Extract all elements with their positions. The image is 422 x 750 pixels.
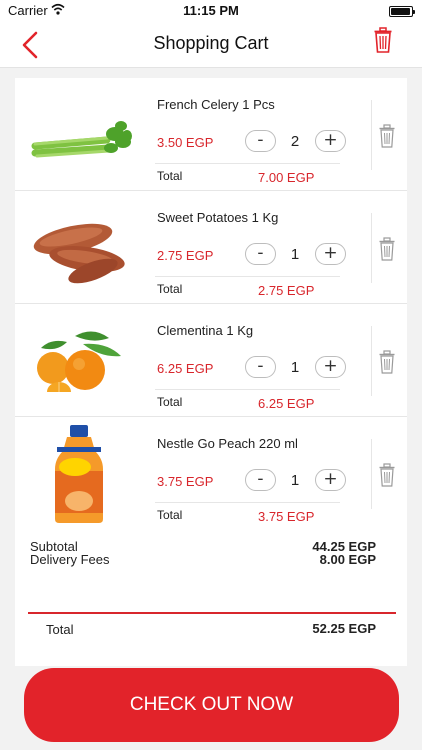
checkout-button[interactable]: CHECK OUT NOW [24, 668, 399, 742]
nav-bar: Shopping Cart [0, 22, 422, 68]
item-total: 2.75 EGP [258, 283, 315, 298]
page-title: Shopping Cart [153, 33, 269, 53]
unit-price: 3.50 EGP [157, 135, 214, 150]
quantity-value: 1 [290, 246, 300, 263]
total-label: Total [157, 169, 183, 183]
quantity-value: 1 [290, 359, 300, 376]
delivery-fees-label: Delivery Fees [30, 552, 110, 567]
total-label: Total [157, 508, 183, 522]
divider [155, 389, 340, 390]
clock: 11:15 PM [183, 3, 239, 18]
decrease-quantity-button[interactable]: - [245, 469, 276, 491]
juice-bottle-image [55, 425, 103, 523]
divider [155, 502, 340, 503]
increase-quantity-button[interactable]: + [315, 356, 346, 378]
grand-total-label: Total [46, 622, 74, 637]
divider [371, 213, 372, 283]
quantity-value: 2 [290, 133, 300, 150]
decrease-quantity-button[interactable]: - [245, 356, 276, 378]
trash-icon[interactable] [379, 463, 395, 487]
trash-icon[interactable] [379, 237, 395, 261]
product-name: Sweet Potatoes 1 Kg [157, 210, 279, 225]
status-bar: Carrier 11:15 PM [0, 0, 422, 22]
increase-quantity-button[interactable]: + [315, 469, 346, 491]
sweet-potatoes-image [33, 223, 125, 284]
unit-price: 6.25 EGP [157, 361, 214, 376]
divider [155, 276, 340, 277]
cart-item: Sweet Potatoes 1 Kg 2.75 EGP - 1 + Total… [15, 191, 407, 304]
trash-icon[interactable] [379, 350, 395, 374]
delivery-fees-value: 8.00 EGP [319, 552, 376, 567]
quantity-value: 1 [290, 472, 300, 489]
product-name: French Celery 1 Pcs [157, 97, 275, 112]
divider [155, 163, 340, 164]
trash-icon[interactable] [379, 124, 395, 148]
increase-quantity-button[interactable]: + [315, 243, 346, 265]
unit-price: 2.75 EGP [157, 248, 214, 263]
battery-icon [389, 6, 415, 17]
cart-item: French Celery 1 Pcs 3.50 EGP - 2 + Total… [15, 78, 407, 191]
cart-card: French Celery 1 Pcs 3.50 EGP - 2 + Total… [15, 78, 407, 666]
clementines-image [37, 331, 121, 392]
product-name: Nestle Go Peach 220 ml [157, 436, 298, 451]
cart-item: Clementina 1 Kg 6.25 EGP - 1 + Total 6.2… [15, 304, 407, 417]
increase-quantity-button[interactable]: + [315, 130, 346, 152]
item-total: 6.25 EGP [258, 396, 315, 411]
unit-price: 3.75 EGP [157, 474, 214, 489]
trash-icon[interactable] [374, 27, 392, 53]
total-label: Total [157, 395, 183, 409]
divider [371, 439, 372, 509]
divider [371, 100, 372, 170]
item-total: 3.75 EGP [258, 509, 315, 524]
decrease-quantity-button[interactable]: - [245, 243, 276, 265]
total-label: Total [157, 282, 183, 296]
divider [28, 612, 396, 614]
product-name: Clementina 1 Kg [157, 323, 254, 338]
grand-total-value: 52.25 EGP [312, 621, 376, 636]
cart-item: Nestle Go Peach 220 ml 3.75 EGP - 1 + To… [15, 417, 407, 530]
item-total: 7.00 EGP [258, 170, 315, 185]
celery-image [31, 121, 132, 158]
decrease-quantity-button[interactable]: - [245, 130, 276, 152]
divider [371, 326, 372, 396]
